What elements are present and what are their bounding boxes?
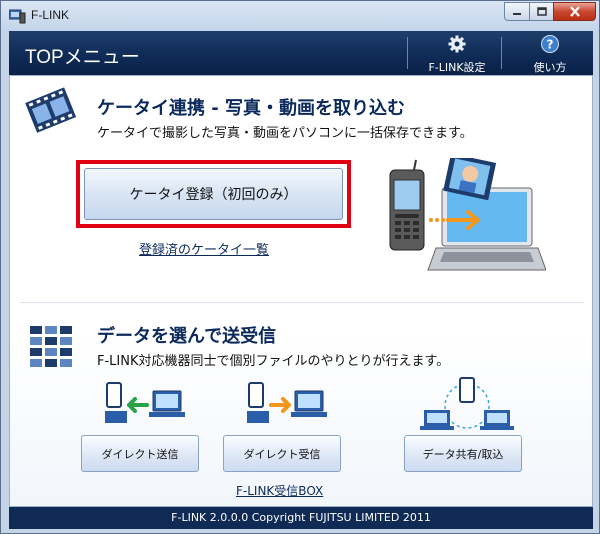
app-window: F-LINK TOPメニュー F-LINK設定 ? 使い方 ケータイ連携 - 写… — [0, 0, 600, 534]
section-title-data: データを選んで送受信 — [97, 326, 277, 347]
section-desc-keitai: ケータイで撮影した写真・動画をパソコンに一括保存できます。 — [97, 126, 473, 141]
minimize-button[interactable] — [504, 2, 530, 21]
direct-receive-button[interactable]: ダイレクト受信 — [223, 435, 341, 472]
main-panel: ケータイ連携 - 写真・動画を取り込む ケータイで撮影した写真・動画をパソコンに… — [9, 75, 593, 507]
help-button[interactable]: ? 使い方 — [521, 35, 579, 74]
minimize-icon — [513, 12, 521, 15]
close-button[interactable] — [553, 2, 596, 21]
film-icon — [25, 87, 77, 133]
help-icon: ? — [541, 35, 559, 53]
gear-icon — [448, 35, 466, 53]
settings-label: F-LINK設定 — [428, 61, 486, 74]
direct-send-button[interactable]: ダイレクト送信 — [81, 435, 199, 472]
settings-button[interactable]: F-LINK設定 — [421, 35, 493, 74]
section-desc-data: F-LINK対応機器同士で個別ファイルのやりとりが行えます。 — [97, 354, 450, 369]
header-separator — [501, 37, 502, 69]
page-title: TOPメニュー — [25, 47, 140, 68]
share-illustration — [420, 377, 514, 430]
top-menu-header: TOPメニュー F-LINK設定 ? 使い方 — [9, 31, 593, 75]
receive-illustration — [247, 382, 327, 423]
title-bar: F-LINK — [1, 1, 599, 31]
register-keitai-button[interactable]: ケータイ登録（初回のみ） — [84, 168, 343, 220]
data-share-button[interactable]: データ共有/取込 — [404, 435, 522, 472]
svg-text:?: ? — [547, 38, 554, 52]
section-title-keitai: ケータイ連携 - 写真・動画を取り込む — [97, 98, 406, 119]
close-icon — [569, 6, 580, 17]
registered-keitai-link[interactable]: 登録済のケータイ一覧 — [139, 239, 269, 258]
data-grid-icon — [30, 326, 72, 367]
maximize-button[interactable] — [529, 2, 554, 21]
header-separator — [407, 37, 408, 69]
help-label: 使い方 — [533, 61, 567, 74]
footer: F-LINK 2.0.0.0 Copyright FUJITSU LIMITED… — [9, 507, 593, 529]
send-illustration — [105, 382, 185, 423]
app-icon — [9, 9, 26, 24]
section-divider — [20, 302, 584, 303]
inbox-link[interactable]: F-LINK受信BOX — [236, 482, 323, 499]
phone-to-pc-illustration — [389, 158, 546, 271]
maximize-icon — [536, 7, 547, 16]
window-title: F-LINK — [31, 8, 70, 22]
